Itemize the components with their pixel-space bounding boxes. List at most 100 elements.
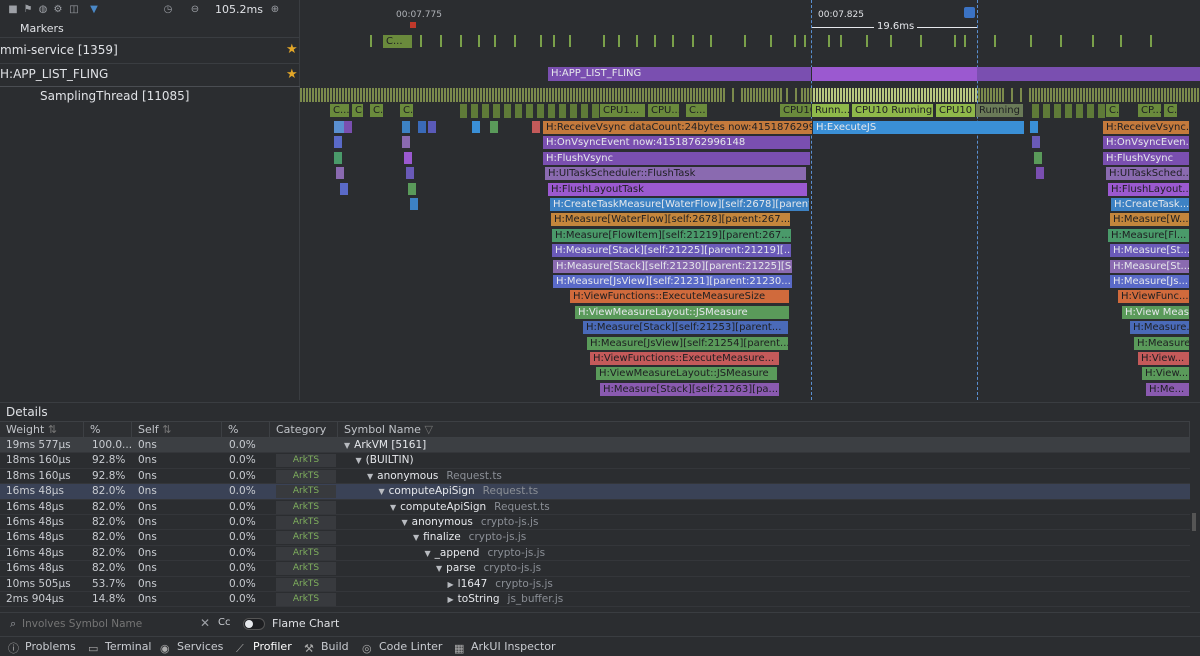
trace-slice[interactable] [428, 121, 436, 133]
trace-slice[interactable]: H:OnVsyncEvent now:41518762996148 [543, 136, 811, 150]
symbol-search-input[interactable] [22, 615, 192, 632]
trace-slice[interactable] [406, 167, 414, 180]
mmi-activity-mark[interactable] [994, 35, 996, 47]
mmi-activity-mark[interactable] [1092, 35, 1094, 47]
trace-slice[interactable]: H:CreateTaskMeasure[WaterFlow][self:2678… [550, 198, 810, 211]
symbol-cell[interactable]: ▼ (BUILTIN) [356, 453, 414, 468]
mmi-activity-mark[interactable] [440, 35, 442, 47]
trace-slice[interactable]: H:Measure[Stack][self:21263][pa... [600, 382, 780, 396]
col-symbol[interactable]: Symbol Name ▽ [338, 422, 1190, 438]
trace-slice[interactable]: H:Measure[Stack][self:21253][parent... [583, 321, 789, 335]
chevron-down-icon[interactable]: ▼ [425, 549, 431, 558]
symbol-cell[interactable]: ▶ l1647 crypto-js.js [448, 577, 553, 592]
mmi-activity-mark[interactable] [710, 35, 712, 47]
trace-slice[interactable]: H:CreateTask... [1111, 198, 1190, 211]
mmi-activity-mark[interactable] [692, 35, 694, 47]
cpu-state-block[interactable]: C... [370, 104, 384, 117]
flame-chart-toggle[interactable] [243, 618, 265, 630]
table-row[interactable]: 2ms 904μs 14.8% 0ns 0.0% ArkTS ▶ toString js_bu… [0, 592, 1190, 608]
mmi-activity-mark[interactable] [840, 35, 842, 47]
trace-slice[interactable] [410, 198, 418, 210]
settings-icon[interactable]: ⚙ [53, 5, 63, 15]
fling-block[interactable]: H:APP_LIST_FLING [548, 67, 812, 81]
trace-slice[interactable] [1030, 121, 1038, 133]
tab-terminal[interactable]: ▭ Terminal [88, 640, 152, 655]
cpu-state-block[interactable]: C... [686, 104, 708, 117]
symbol-cell[interactable]: ▼ _append crypto-js.js [425, 546, 546, 561]
tab-profiler[interactable]: ⟋ Profiler [236, 640, 292, 655]
cpu-state-block[interactable]: CPU10 [936, 104, 976, 117]
trace-slice[interactable] [340, 182, 348, 195]
sampling-thread-label[interactable]: SamplingThread [11085] [40, 85, 189, 107]
table-row[interactable]: 16ms 48μs 82.0% 0ns 0.0% ArkTS ▼ finalize crypt… [0, 530, 1190, 546]
call-tree-table[interactable]: 19ms 577μs 100.0... 0ns 0.0% ▼ ArkVM [5161] 18… [0, 438, 1190, 609]
col-weight-pct[interactable]: % [84, 422, 132, 438]
cpu-state-block[interactable] [482, 104, 489, 118]
star-icon[interactable]: ★ [286, 67, 298, 82]
symbol-cell[interactable]: ▼ parse crypto-js.js [436, 561, 541, 576]
trace-slice[interactable] [408, 182, 416, 195]
cpu-state-block[interactable] [537, 104, 544, 118]
chevron-right-icon[interactable]: ▶ [448, 580, 454, 589]
trace-slice[interactable]: H:Measure[JsView][self:21231][parent:212… [553, 275, 793, 288]
trace-slice[interactable]: H:Me... [1146, 382, 1190, 396]
cpu-state-block[interactable] [1098, 104, 1105, 118]
trace-slice[interactable]: H:ReceiveVsync dataCount:24bytes now:415… [543, 121, 813, 134]
cpu-state-block[interactable] [570, 104, 577, 118]
trace-slice[interactable]: H:OnVsyncEven... [1103, 136, 1190, 150]
symbol-cell[interactable]: ▼ anonymous crypto-js.js [402, 515, 539, 530]
col-self-pct[interactable]: % [222, 422, 270, 438]
trace-slice[interactable]: H:Measure[WaterFlow][self:2678][parent:2… [551, 213, 791, 227]
trace-slice[interactable]: H:ViewFunctions::ExecuteMeasureSize [570, 290, 790, 304]
range-handle-icon[interactable] [964, 7, 975, 18]
trace-slice[interactable]: H:View... [1138, 352, 1190, 365]
timeline[interactable]: 00:07.775 00:07.825 19.6ms C... H:APP_LI… [300, 0, 1200, 400]
mmi-activity-mark[interactable] [920, 35, 922, 47]
mmi-activity-mark[interactable] [866, 35, 868, 47]
chevron-right-icon[interactable]: ▶ [448, 595, 454, 604]
trace-slice[interactable]: H:ReceiveVsync... [1103, 121, 1190, 134]
cpu-state-block[interactable] [581, 104, 588, 118]
mmi-activity-mark[interactable] [1150, 35, 1152, 47]
mmi-block[interactable]: C... [383, 35, 413, 48]
trace-slice[interactable] [472, 121, 480, 133]
table-row[interactable]: 16ms 48μs 82.0% 0ns 0.0% ArkTS ▼ _append crypto… [0, 545, 1190, 562]
trace-slice[interactable]: H:ViewFunc... [1118, 290, 1190, 304]
table-row[interactable]: 18ms 160μs 92.8% 0ns 0.0% ArkTS ▼ anonymous Req… [0, 468, 1190, 485]
mmi-activity-mark[interactable] [890, 35, 892, 47]
trace-slice[interactable] [334, 136, 342, 149]
table-row[interactable]: 16ms 48μs 82.0% 0ns 0.0% ArkTS ▼ computeApiSig… [0, 484, 1190, 500]
chevron-down-icon[interactable]: ▼ [436, 564, 442, 573]
trace-slice[interactable] [344, 121, 352, 133]
trace-slice[interactable]: H:ViewFunctions::ExecuteMeasure... [590, 352, 780, 365]
mmi-activity-mark[interactable] [954, 35, 956, 47]
cpu-state-block[interactable] [559, 104, 566, 118]
mmi-activity-mark[interactable] [618, 35, 620, 47]
scrollbar-thumb[interactable] [1192, 513, 1196, 531]
mmi-activity-mark[interactable] [654, 35, 656, 47]
trace-slice[interactable]: H:Measure... [1134, 336, 1190, 350]
chevron-down-icon[interactable]: ▼ [390, 503, 396, 512]
trace-slice[interactable]: H:Measure[W... [1110, 213, 1190, 227]
case-toggle[interactable]: Cc [218, 617, 230, 628]
mmi-activity-mark[interactable] [1060, 35, 1062, 47]
mmi-activity-mark[interactable] [460, 35, 462, 47]
trace-slice[interactable] [402, 136, 410, 149]
funnel-icon[interactable]: ▼ [89, 5, 99, 15]
tab-arkui-inspector[interactable]: ▦ ArkUI Inspector [454, 640, 556, 655]
col-weight[interactable]: Weight ⇅ [0, 422, 84, 438]
trace-slice[interactable]: H:Measure[Fl... [1108, 228, 1190, 242]
trace-slice[interactable] [490, 121, 498, 133]
mmi-activity-mark[interactable] [540, 35, 542, 47]
chevron-down-icon[interactable]: ▼ [367, 472, 373, 481]
symbol-cell[interactable]: ▼ finalize crypto-js.js [413, 530, 526, 545]
filter-dots-icon[interactable]: ◍ [38, 5, 48, 15]
trace-slice[interactable]: H:FlushLayout... [1108, 182, 1190, 196]
mmi-activity-mark[interactable] [794, 35, 796, 47]
trace-slice[interactable]: H:UITaskSched... [1106, 167, 1190, 181]
mmi-activity-mark[interactable] [964, 35, 966, 47]
mmi-activity-mark[interactable] [1120, 35, 1122, 47]
cpu-state-block[interactable]: CPU... [648, 104, 680, 117]
cpu-state-block[interactable] [471, 104, 478, 118]
chevron-down-icon[interactable]: ▼ [379, 487, 385, 496]
